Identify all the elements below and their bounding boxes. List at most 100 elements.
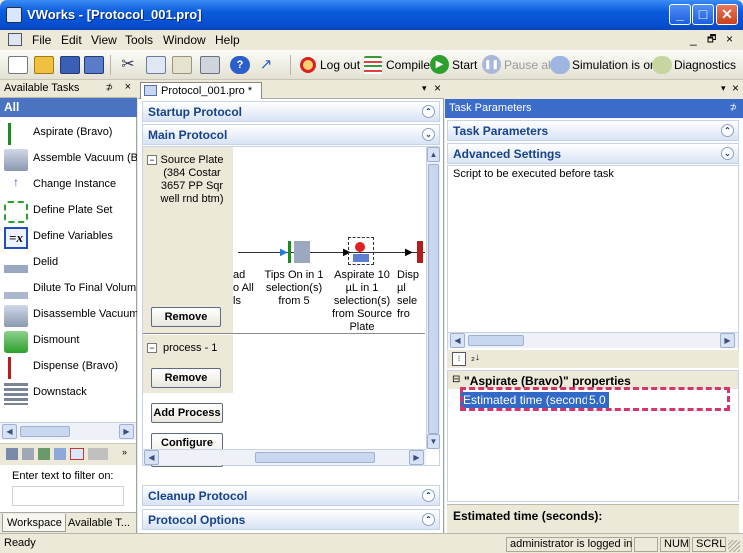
task-item-assemble-vacuum[interactable]: Assemble Vacuum (B [0, 146, 137, 172]
scroll-left-icon[interactable]: ◀ [450, 333, 465, 348]
scroll-down-icon[interactable]: ▼ [427, 434, 440, 449]
scroll-thumb[interactable] [255, 452, 375, 463]
tab-protocol-document[interactable]: Protocol_001.pro * [140, 82, 262, 99]
tab-list-chevron-icon[interactable]: ▾ [422, 83, 427, 94]
paste-icon[interactable] [172, 56, 192, 74]
categorized-icon[interactable]: ⁝ [452, 352, 466, 366]
task-parameters-section[interactable]: Task Parameters ⌃ [447, 120, 739, 141]
menu-window[interactable]: Window [163, 33, 206, 47]
dispense-step-icon[interactable] [417, 241, 423, 263]
task-item-define-variables[interactable]: =x Define Variables [0, 224, 137, 250]
scroll-right-icon[interactable]: ▶ [409, 450, 424, 465]
scroll-thumb[interactable] [468, 335, 524, 346]
mdi-restore-icon[interactable]: 🗗 [707, 32, 716, 49]
collapse-chevron-icon[interactable]: ⌃ [422, 105, 435, 118]
compile-button[interactable]: Compile [386, 58, 430, 72]
tasks-horizontal-scrollbar[interactable]: ◀ ▶ [0, 422, 136, 440]
menu-view[interactable]: View [91, 33, 117, 47]
copy-icon[interactable] [146, 56, 166, 74]
task-item-disassemble-vacuum[interactable]: Disassemble Vacuum [0, 302, 137, 328]
diagnostics-icon[interactable] [652, 56, 672, 74]
task-item-define-plate-set[interactable]: Define Plate Set [0, 198, 137, 224]
compile-icon[interactable] [364, 56, 382, 74]
tips-on-icon[interactable] [288, 241, 310, 263]
resize-grip-icon[interactable] [728, 540, 740, 552]
pane-close-icon[interactable]: × [125, 81, 131, 93]
task-item-downstack[interactable]: Downstack [0, 380, 137, 406]
collapse-chevron-icon[interactable]: ⌃ [422, 513, 435, 526]
overflow-chevron-icon[interactable]: » [122, 447, 127, 457]
remove-plate-button[interactable]: Remove [151, 307, 221, 327]
task-group-icon[interactable] [22, 448, 34, 460]
diagnostics-button[interactable]: Diagnostics [674, 58, 736, 72]
close-button[interactable]: ✕ [716, 4, 738, 25]
menu-file[interactable]: File [32, 33, 51, 47]
task-category-all[interactable]: All [0, 98, 137, 117]
cleanup-protocol-header[interactable]: Cleanup Protocol ⌃ [142, 485, 440, 506]
start-icon[interactable]: ▶ [430, 55, 449, 74]
mdi-minimize-icon[interactable]: _ [690, 32, 697, 46]
menu-edit[interactable]: Edit [61, 33, 82, 47]
task-item-change-instance[interactable]: ↑ Change Instance [0, 172, 137, 198]
pin-icon[interactable]: ⊅ [729, 102, 737, 113]
task-group-icon[interactable] [38, 448, 50, 460]
task-item-dismount[interactable]: Dismount [0, 328, 137, 354]
canvas-horizontal-scrollbar[interactable]: ◀ ▶ [143, 449, 426, 465]
collapse-chevron-icon[interactable]: ⌃ [721, 124, 734, 137]
document-menu-icon[interactable] [8, 33, 22, 46]
expand-chevron-icon[interactable]: ⌄ [721, 147, 734, 160]
save-all-icon[interactable] [84, 56, 104, 74]
collapse-category-icon[interactable]: ⊟ [452, 374, 460, 385]
maximize-button[interactable]: □ [692, 4, 714, 25]
task-group-icon[interactable] [88, 448, 108, 460]
step-label-tips-on[interactable]: Tips On in 1 selection(s) from 5 [263, 269, 325, 308]
new-file-icon[interactable] [8, 56, 28, 74]
scroll-right-icon[interactable]: ▶ [720, 333, 735, 348]
document-close-icon[interactable]: × [434, 81, 441, 95]
task-item-delid[interactable]: Delid [0, 250, 137, 276]
mdi-close-icon[interactable]: × [726, 32, 733, 46]
start-button[interactable]: Start [452, 58, 477, 72]
add-process-button[interactable]: Add Process [151, 403, 223, 423]
sort-alphabetical-icon[interactable]: ₂↓ [471, 352, 480, 363]
menu-help[interactable]: Help [215, 33, 240, 47]
pane-close-icon[interactable]: × [732, 81, 739, 95]
log-out-icon[interactable] [300, 57, 316, 73]
pane-menu-chevron-icon[interactable]: ▾ [721, 83, 726, 94]
task-group-icon[interactable] [6, 448, 18, 460]
step-label-dispense[interactable]: Disp µl sele fro [397, 269, 425, 321]
save-icon[interactable] [60, 56, 80, 74]
collapse-chevron-icon[interactable]: ⌃ [422, 489, 435, 502]
collapse-process-icon[interactable]: − [147, 343, 157, 353]
startup-protocol-header[interactable]: Startup Protocol ⌃ [142, 101, 440, 122]
task-item-dispense[interactable]: Dispense (Bravo) [0, 354, 137, 380]
minimize-button[interactable]: _ [669, 4, 691, 25]
step-label-aspirate[interactable]: Aspirate 10 µL in 1 selection(s) from So… [329, 269, 395, 334]
main-protocol-header[interactable]: Main Protocol ⌄ [142, 124, 440, 145]
simulation-icon[interactable] [550, 56, 570, 74]
aspirate-step-icon[interactable] [348, 237, 374, 265]
cut-icon[interactable]: ✂ [118, 56, 138, 74]
expand-chevron-icon[interactable]: ⌄ [422, 128, 435, 141]
task-group-icon[interactable] [70, 448, 84, 460]
scroll-thumb[interactable] [428, 164, 439, 434]
advanced-settings-section[interactable]: Advanced Settings ⌄ [447, 143, 739, 164]
scroll-right-icon[interactable]: ▶ [119, 424, 134, 439]
context-help-icon[interactable]: ↗ [256, 56, 276, 74]
scroll-up-icon[interactable]: ▲ [427, 147, 440, 162]
task-item-dilute[interactable]: Dilute To Final Volum [0, 276, 137, 302]
tab-workspace[interactable]: Workspace [2, 514, 66, 532]
pin-icon[interactable]: ⊅ [105, 82, 113, 93]
task-item-aspirate[interactable]: Aspirate (Bravo) [0, 120, 137, 146]
simulation-toggle[interactable]: Simulation is on [572, 58, 657, 72]
script-horizontal-scrollbar[interactable]: ◀ ▶ [448, 332, 738, 348]
task-group-icon[interactable] [54, 448, 66, 460]
protocol-options-header[interactable]: Protocol Options ⌃ [142, 509, 440, 530]
canvas-vertical-scrollbar[interactable]: ▲ ▼ [426, 147, 440, 449]
scroll-left-icon[interactable]: ◀ [2, 424, 17, 439]
menu-tools[interactable]: Tools [125, 33, 153, 47]
scroll-thumb[interactable] [20, 426, 70, 437]
scroll-left-icon[interactable]: ◀ [144, 450, 159, 465]
remove-process-button[interactable]: Remove [151, 368, 221, 388]
open-folder-icon[interactable] [34, 56, 54, 74]
